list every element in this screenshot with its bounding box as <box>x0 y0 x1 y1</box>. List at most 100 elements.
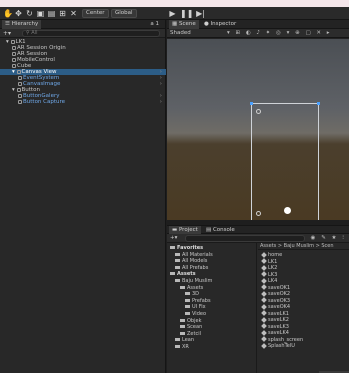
project-breadcrumb: Assets > Baju Muslim > Scen <box>258 243 349 250</box>
scene-asset-label: LK3 <box>268 271 278 278</box>
project-tree-item[interactable]: All Models <box>167 258 207 264</box>
project-tree-item[interactable]: Baju Muslim <box>167 278 212 284</box>
folder-icon <box>180 331 185 335</box>
scene-asset-item[interactable]: saveOK4 <box>261 303 291 310</box>
scene-toolbar: Shaded ▾ ⊞ ◐ ♪ ✦ ◎ ▾ ⊕ ▢ ✕ ▸ <box>167 29 349 38</box>
shading-mode-dropdown[interactable]: Shaded <box>170 29 191 38</box>
project-tree-item[interactable]: Assets <box>167 271 196 277</box>
step-button[interactable]: ▶| <box>194 8 207 19</box>
hierarchy-item[interactable]: Button Capture › <box>0 99 166 105</box>
prefab-arrow-icon[interactable]: › <box>160 99 162 105</box>
scene-asset-item[interactable]: home <box>261 251 282 258</box>
scene-asset-item[interactable]: LK4 <box>261 277 277 284</box>
project-tree-item[interactable]: XR <box>167 344 189 350</box>
tab-scene-label: Scene <box>178 21 196 27</box>
project-tree-item[interactable]: All Prefabs <box>167 265 208 271</box>
project-tree-item[interactable]: Assets <box>167 285 203 291</box>
project-search-input[interactable] <box>185 235 305 242</box>
project-tree-item[interactable]: UI Fix <box>167 304 206 310</box>
project-tree-label: Assets <box>177 271 196 278</box>
gameobject-icon <box>12 45 16 50</box>
project-tabbar: ▬ Project ▤ Console <box>167 226 349 235</box>
gameobject-icon <box>12 63 16 68</box>
play-button[interactable]: ▶ <box>166 8 179 19</box>
scene-asset-label: LK2 <box>268 265 278 271</box>
scene-asset-item[interactable]: saveOK2 <box>261 290 290 297</box>
scene-asset-item[interactable]: saveLK4 <box>261 329 289 336</box>
scene-asset-label: SplashTelU <box>268 343 295 349</box>
project-tree-label: 3D <box>192 291 200 298</box>
scene-asset-item[interactable]: SplashTelU <box>261 342 295 349</box>
hand-tool-icon[interactable]: ✋ <box>3 9 13 18</box>
project-tree-item[interactable]: 3D <box>167 291 199 297</box>
unity-scene-icon <box>261 277 267 284</box>
scale-tool-icon[interactable]: ▣ <box>36 9 45 18</box>
unity-scene-icon <box>261 323 267 329</box>
folder-icon <box>170 272 175 276</box>
project-tree-item[interactable]: Video <box>167 311 206 317</box>
button-capture-gizmo[interactable] <box>284 207 291 214</box>
main-toolbar: ✋ ✥ ↻ ▣ ▤ ⊞ ✕ Center Global ▶ ❚❚ ▶| <box>0 7 349 20</box>
project-tree-label: Lean <box>182 337 195 344</box>
project-create-button[interactable]: +▾ <box>170 234 177 243</box>
project-tree-item[interactable]: Prefabs <box>167 298 211 304</box>
hierarchy-item-label: Button Capture <box>23 99 66 105</box>
scene-asset-item[interactable]: saveLK3 <box>261 323 289 330</box>
folder-icon <box>185 292 190 296</box>
custom-tool-icon[interactable]: ✕ <box>69 9 78 18</box>
move-tool-icon[interactable]: ✥ <box>14 9 23 18</box>
pivot-center-button[interactable]: Center <box>82 9 109 18</box>
project-filter-icons[interactable]: ◉ ✎ ★ ⁝ <box>311 234 346 243</box>
tab-hierarchy[interactable]: ☰ Hierarchy <box>2 20 42 29</box>
scene-asset-label: saveLK3 <box>268 323 289 330</box>
scene-viewport[interactable] <box>167 39 349 220</box>
project-folder-tree: Favorites All Materials All Models All Pref… <box>167 243 257 373</box>
project-panel: ▬ Project ▤ Console +▾ ◉ ✎ ★ ⁝ Favorites… <box>167 225 349 373</box>
hierarchy-search-input[interactable]: ⚲ All <box>22 30 160 37</box>
gameobject-icon <box>12 57 16 62</box>
create-add-button[interactable]: +▾ <box>3 29 11 38</box>
scene-asset-label: LK1 <box>268 258 278 265</box>
folder-icon <box>175 259 180 263</box>
project-tree-label: Prefabs <box>192 297 211 304</box>
scene-asset-item[interactable]: saveOK1 <box>261 284 290 291</box>
folder-icon <box>175 345 180 348</box>
scene-asset-item[interactable]: saveLK2 <box>261 316 289 323</box>
scene-tabbar: ▦ Scene ● Inspector <box>167 20 349 29</box>
canvas-rect-gizmo[interactable] <box>250 102 320 220</box>
folder-icon <box>185 298 190 302</box>
project-tree-item[interactable]: All Materials <box>167 252 213 258</box>
project-tree-item[interactable]: Objek <box>167 318 201 324</box>
folder-icon <box>175 279 180 282</box>
project-tree-label: Assets <box>187 284 204 291</box>
hierarchy-count: a 1 <box>150 21 159 27</box>
unity-scene-icon <box>261 284 267 290</box>
pivot-global-button[interactable]: Global <box>111 9 137 18</box>
scene-asset-item[interactable]: LK2 <box>261 264 278 271</box>
project-tree-item[interactable]: Lean <box>167 337 194 343</box>
scene-asset-item[interactable]: LK3 <box>261 271 278 278</box>
scene-asset-item[interactable]: saveLK1 <box>261 310 289 317</box>
scene-asset-label: saveOK4 <box>268 304 291 310</box>
scene-panel: ▦ Scene ● Inspector Shaded ▾ ⊞ ◐ ♪ ✦ ◎ ▾… <box>167 20 349 220</box>
scene-asset-item[interactable]: saveOK3 <box>261 297 290 304</box>
rect-handle-tl[interactable] <box>250 102 253 105</box>
project-tree-item[interactable]: Zetcil <box>167 331 201 337</box>
unity-scene-icon <box>261 310 267 316</box>
folder-icon <box>180 318 185 322</box>
tab-inspector[interactable]: ● Inspector <box>201 20 239 29</box>
transform-tool-icon[interactable]: ⊞ <box>58 9 67 18</box>
gameobject-icon <box>18 81 22 86</box>
scene-asset-item[interactable]: splash_screen <box>261 336 303 343</box>
rect-handle-tr[interactable] <box>317 102 320 105</box>
project-tree-item[interactable]: Favorites <box>167 245 203 251</box>
rotate-tool-icon[interactable]: ↻ <box>25 9 34 18</box>
pause-button[interactable]: ❚❚ <box>180 8 193 19</box>
gameobject-icon <box>18 93 22 98</box>
tab-scene[interactable]: ▦ Scene <box>169 20 199 29</box>
rect-tool-icon[interactable]: ▤ <box>47 9 56 18</box>
project-tree-item[interactable]: Scean <box>167 324 202 330</box>
scene-asset-item[interactable]: LK1 <box>261 258 278 265</box>
scene-view-options[interactable]: ▾ ⊞ ◐ ♪ ✦ ◎ ▾ ⊕ ▢ ✕ ▸ <box>227 29 332 38</box>
scene-asset-label: saveLK2 <box>268 317 289 323</box>
